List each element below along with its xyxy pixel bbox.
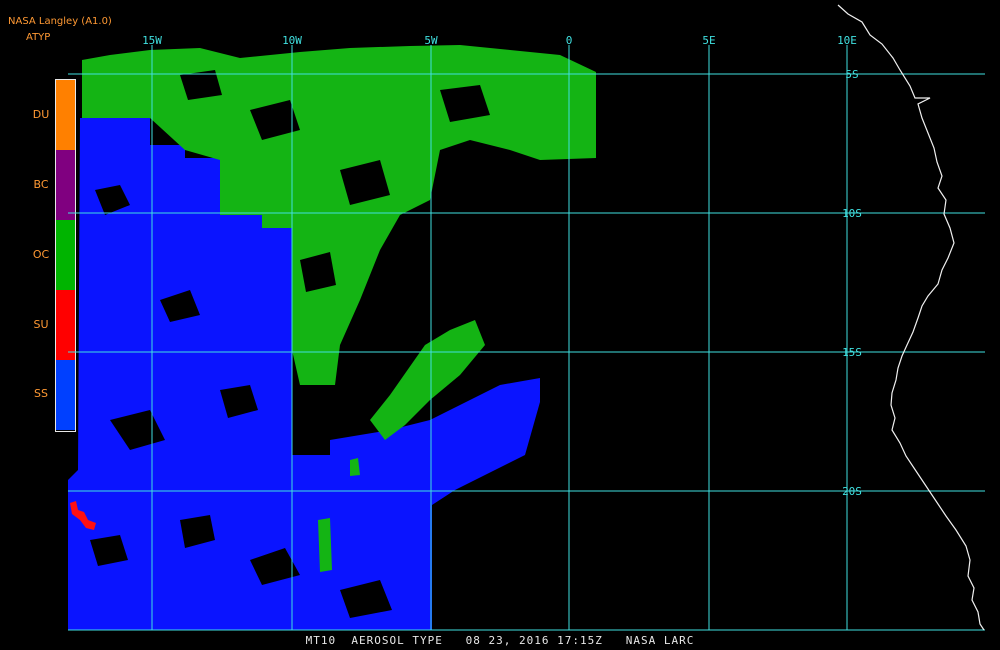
lat-label-15s: 15S bbox=[842, 346, 862, 359]
lon-label-0: 0 bbox=[566, 34, 573, 47]
aerosol-map: 15W 10W 5W 0 5E 10E 5S 10S 15S 20S bbox=[68, 4, 985, 631]
lat-label-10s: 10S bbox=[842, 207, 862, 220]
lat-label-20s: 20S bbox=[842, 485, 862, 498]
coastline bbox=[837, 4, 985, 631]
lat-label-5s: 5S bbox=[845, 68, 858, 81]
lon-label-5w: 5W bbox=[424, 34, 438, 47]
lon-label-10e: 10E bbox=[837, 34, 857, 47]
lon-label-10w: 10W bbox=[282, 34, 302, 47]
lon-label-5e: 5E bbox=[702, 34, 715, 47]
lon-label-15w: 15W bbox=[142, 34, 162, 47]
footer-caption: MT10 AEROSOL TYPE 08 23, 2016 17:15Z NAS… bbox=[305, 634, 695, 647]
